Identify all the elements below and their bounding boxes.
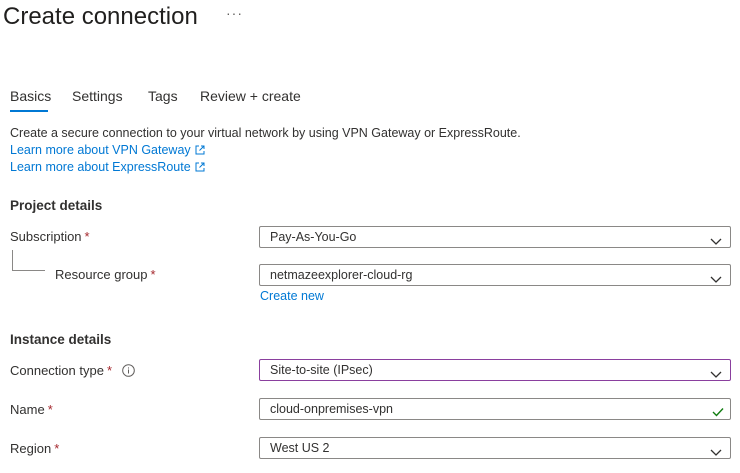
required-marker: * bbox=[54, 441, 60, 456]
learn-more-vpn-gateway-label: Learn more about VPN Gateway bbox=[10, 143, 191, 157]
tab-review-create[interactable]: Review + create bbox=[200, 87, 301, 105]
intro-description: Create a secure connection to your virtu… bbox=[10, 126, 521, 140]
subscription-label: Subscription * bbox=[10, 228, 90, 246]
name-label-text: Name bbox=[10, 402, 45, 417]
name-label: Name * bbox=[10, 401, 53, 419]
learn-more-expressroute-link[interactable]: Learn more about ExpressRoute bbox=[10, 159, 205, 177]
tab-tags[interactable]: Tags bbox=[148, 87, 178, 105]
chevron-down-icon bbox=[710, 232, 722, 252]
subscription-label-text: Subscription bbox=[10, 229, 82, 244]
subscription-value: Pay-As-You-Go bbox=[270, 230, 357, 244]
chevron-down-icon bbox=[710, 365, 722, 385]
learn-more-vpn-gateway-link[interactable]: Learn more about VPN Gateway bbox=[10, 142, 205, 160]
resource-group-label: Resource group * bbox=[55, 266, 156, 284]
name-value: cloud-onpremises-vpn bbox=[270, 402, 393, 416]
region-label: Region * bbox=[10, 440, 59, 458]
project-details-heading: Project details bbox=[10, 198, 103, 213]
required-marker: * bbox=[150, 267, 156, 282]
region-value: West US 2 bbox=[270, 441, 330, 455]
required-marker: * bbox=[84, 229, 90, 244]
region-label-text: Region bbox=[10, 441, 52, 456]
subscription-dropdown[interactable]: Pay-As-You-Go bbox=[259, 226, 731, 248]
required-marker: * bbox=[106, 363, 113, 378]
info-icon[interactable] bbox=[122, 364, 135, 382]
tree-connector-vertical bbox=[12, 250, 13, 270]
checkmark-icon bbox=[712, 403, 724, 423]
connection-type-dropdown[interactable]: Site-to-site (IPsec) bbox=[259, 359, 731, 381]
create-new-resource-group-link[interactable]: Create new bbox=[260, 288, 324, 305]
region-dropdown[interactable]: West US 2 bbox=[259, 437, 731, 459]
external-link-icon bbox=[195, 160, 205, 177]
resource-group-label-text: Resource group bbox=[55, 267, 148, 282]
active-tab-indicator bbox=[10, 110, 48, 112]
resource-group-value: netmazeexplorer-cloud-rg bbox=[270, 268, 413, 282]
tree-connector-horizontal bbox=[12, 270, 45, 271]
required-marker: * bbox=[47, 402, 53, 417]
more-options-button[interactable]: ··· bbox=[226, 5, 243, 21]
resource-group-dropdown[interactable]: netmazeexplorer-cloud-rg bbox=[259, 264, 731, 286]
connection-type-label-text: Connection type bbox=[10, 363, 104, 378]
name-input[interactable]: cloud-onpremises-vpn bbox=[259, 398, 731, 420]
instance-details-heading: Instance details bbox=[10, 332, 112, 347]
external-link-icon bbox=[195, 143, 205, 160]
chevron-down-icon bbox=[710, 443, 722, 463]
chevron-down-icon bbox=[710, 270, 722, 290]
tab-basics[interactable]: Basics bbox=[10, 87, 51, 105]
page-title: Create connection bbox=[3, 3, 198, 30]
connection-type-label: Connection type * bbox=[10, 362, 135, 382]
tab-settings[interactable]: Settings bbox=[72, 87, 123, 105]
connection-type-value: Site-to-site (IPsec) bbox=[270, 363, 373, 377]
learn-more-expressroute-label: Learn more about ExpressRoute bbox=[10, 160, 191, 174]
